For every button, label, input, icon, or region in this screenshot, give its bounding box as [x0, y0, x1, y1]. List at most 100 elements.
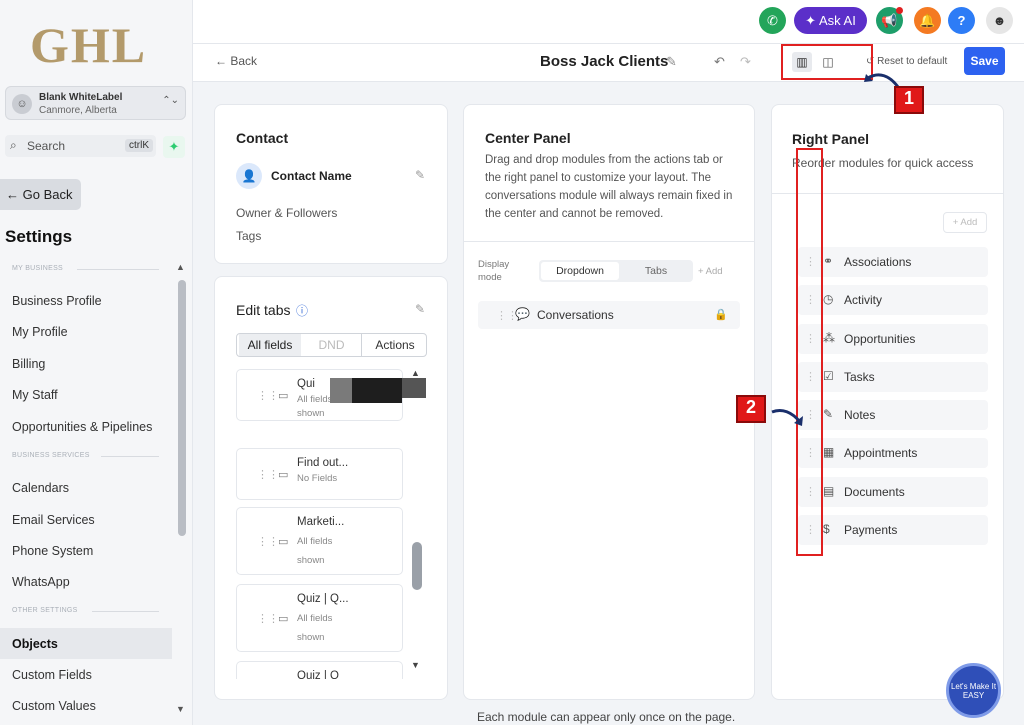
undo-icon[interactable]: ↶: [714, 54, 725, 70]
sidebar-item-whatsapp[interactable]: WhatsApp: [12, 575, 70, 589]
tabs-scrollbar[interactable]: [412, 542, 422, 590]
tags-label: Tags: [236, 229, 262, 243]
drag-handle-icon[interactable]: ⋮⋮: [257, 468, 279, 481]
tab-dnd[interactable]: DND: [302, 334, 362, 356]
module-row-payments[interactable]: ⋮⋮ $ Payments: [798, 515, 988, 545]
help-icon[interactable]: ?: [948, 7, 975, 34]
sidebar-item-objects[interactable]: Objects: [12, 637, 58, 651]
module-label: Activity: [844, 293, 883, 307]
tab-card[interactable]: ⋮⋮ ▭ Quiz | Q... All fields shown: [236, 584, 403, 652]
drag-handle-icon[interactable]: ⋮⋮: [257, 612, 279, 625]
edit-tabs-pencil-icon[interactable]: ✎: [415, 302, 425, 316]
scroll-down-icon[interactable]: ▼: [176, 704, 185, 714]
module-row-appointments[interactable]: ⋮⋮ ▦ Appointments: [798, 438, 988, 468]
phone-icon[interactable]: ✆: [759, 7, 786, 34]
lock-icon: 🔒: [714, 309, 728, 321]
tab-card-title: Quiz | Q: [297, 670, 339, 679]
save-button[interactable]: Save: [964, 47, 1005, 75]
field-tabs: All fields DND Actions: [236, 333, 427, 357]
back-link[interactable]: ← Back: [215, 54, 257, 68]
edit-title-pencil-icon[interactable]: ✎: [666, 54, 677, 70]
quick-action-bolt-icon[interactable]: ✦: [163, 136, 185, 158]
module-row-activity[interactable]: ⋮⋮ ◷ Activity: [798, 285, 988, 315]
search-icon: ⌕: [10, 138, 17, 152]
bell-icon[interactable]: 🔔: [914, 7, 941, 34]
document-icon: ▤: [823, 484, 835, 498]
calendar-icon: ▦: [823, 445, 835, 459]
section-my-business: MY BUSINESS: [12, 265, 64, 272]
sidebar-item-phone-system[interactable]: Phone System: [12, 544, 93, 558]
module-row-tasks[interactable]: ⋮⋮ ☑ Tasks: [798, 362, 988, 392]
tab-card[interactable]: ⋮⋮ ▭ Marketi... All fields shown: [236, 507, 403, 575]
center-panel-description: Drag and drop modules from the actions t…: [485, 154, 733, 220]
redaction-block: [352, 378, 402, 403]
scroll-up-icon[interactable]: ▲: [411, 368, 420, 378]
associations-icon: ⚭: [823, 254, 834, 268]
contact-title: Contact: [236, 130, 289, 146]
tab-card-status: All fields: [297, 613, 333, 624]
search-input[interactable]: ⌕ Search ctrlK: [5, 135, 156, 157]
sparkle-icon: ✦: [805, 13, 819, 28]
tab-card[interactable]: Quiz | Q: [236, 661, 403, 679]
folder-icon: ▭: [278, 469, 289, 481]
contact-avatar-icon: 👤: [236, 163, 262, 189]
ask-ai-button[interactable]: ✦ Ask AI: [794, 7, 867, 34]
logo: GHL: [30, 17, 148, 73]
conversations-module: ⋮⋮ 💬 Conversations 🔒: [478, 301, 740, 329]
search-shortcut: ctrlK: [125, 139, 153, 152]
sidebar-item-custom-values[interactable]: Custom Values: [12, 699, 96, 713]
redaction-block: [402, 378, 426, 398]
tab-card-status: No Fields: [297, 473, 338, 484]
module-label: Documents: [844, 485, 905, 499]
go-back-button[interactable]: ← Go Back: [0, 179, 81, 210]
page-title: Boss Jack Clients: [540, 53, 669, 70]
info-icon[interactable]: ⓘ: [296, 302, 308, 319]
clock-icon: ◷: [823, 292, 834, 306]
tab-card[interactable]: ⋮⋮ ▭ Find out... No Fields: [236, 448, 403, 500]
chevron-updown-icon: ⌃⌄: [162, 95, 179, 106]
divider: [463, 241, 755, 242]
tab-card-title: Quiz | Q...: [297, 593, 349, 605]
scroll-down-icon[interactable]: ▼: [411, 660, 420, 670]
sidebar-item-calendars[interactable]: Calendars: [12, 481, 69, 495]
center-add-button[interactable]: + Add: [698, 266, 723, 277]
mode-tabs-option[interactable]: Tabs: [621, 262, 691, 280]
drag-handle-icon[interactable]: ⋮⋮: [257, 535, 279, 548]
notification-dot: [896, 7, 903, 14]
annotation-highlight-box-2: [796, 148, 823, 556]
tab-card-status: All fields: [297, 536, 333, 547]
module-row-associations[interactable]: ⋮⋮ ⚭ Associations: [798, 247, 988, 277]
tab-card-status-2: shown: [297, 555, 325, 566]
sidebar-item-custom-fields[interactable]: Custom Fields: [12, 668, 92, 682]
scroll-up-icon[interactable]: ▲: [176, 262, 185, 272]
drag-handle-icon[interactable]: ⋮⋮: [257, 389, 279, 402]
sidebar-item-business-profile[interactable]: Business Profile: [12, 294, 102, 308]
tab-actions[interactable]: Actions: [363, 334, 427, 356]
module-row-documents[interactable]: ⋮⋮ ▤ Documents: [798, 477, 988, 507]
sidebar-item-opportunities-pipelines[interactable]: Opportunities & Pipelines: [12, 420, 152, 434]
mode-dropdown-option[interactable]: Dropdown: [541, 262, 619, 280]
right-add-button[interactable]: + Add: [943, 212, 987, 233]
account-switcher[interactable]: ☺ Blank WhiteLabel Canmore, Alberta ⌃⌄: [5, 86, 186, 120]
brand-logo-badge[interactable]: Let's Make It EASY: [946, 663, 1001, 718]
divider: [92, 611, 159, 612]
edit-contact-pencil-icon[interactable]: ✎: [415, 168, 425, 182]
module-label: Payments: [844, 523, 898, 537]
pencil-icon: ✎: [823, 407, 834, 421]
module-row-opportunities[interactable]: ⋮⋮ ⁂ Opportunities: [798, 324, 988, 354]
sidebar-item-my-profile[interactable]: My Profile: [12, 325, 68, 339]
module-label: Opportunities: [844, 332, 916, 346]
module-label: Associations: [844, 255, 912, 269]
center-panel-title: Center Panel: [485, 130, 571, 146]
redo-icon[interactable]: ↷: [740, 54, 751, 70]
sidebar-item-email-services[interactable]: Email Services: [12, 513, 95, 527]
sidebar-item-my-staff[interactable]: My Staff: [12, 388, 58, 402]
user-avatar[interactable]: ☻: [986, 7, 1013, 34]
tab-all-fields[interactable]: All fields: [239, 334, 301, 356]
sidebar-scrollbar[interactable]: [178, 280, 186, 536]
back-label: Back: [230, 54, 258, 68]
module-row-notes[interactable]: ⋮⋮ ✎ Notes: [798, 400, 988, 430]
settings-title: Settings: [5, 227, 73, 246]
tab-card-title: Find out...: [297, 457, 349, 469]
sidebar-item-billing[interactable]: Billing: [12, 357, 45, 371]
